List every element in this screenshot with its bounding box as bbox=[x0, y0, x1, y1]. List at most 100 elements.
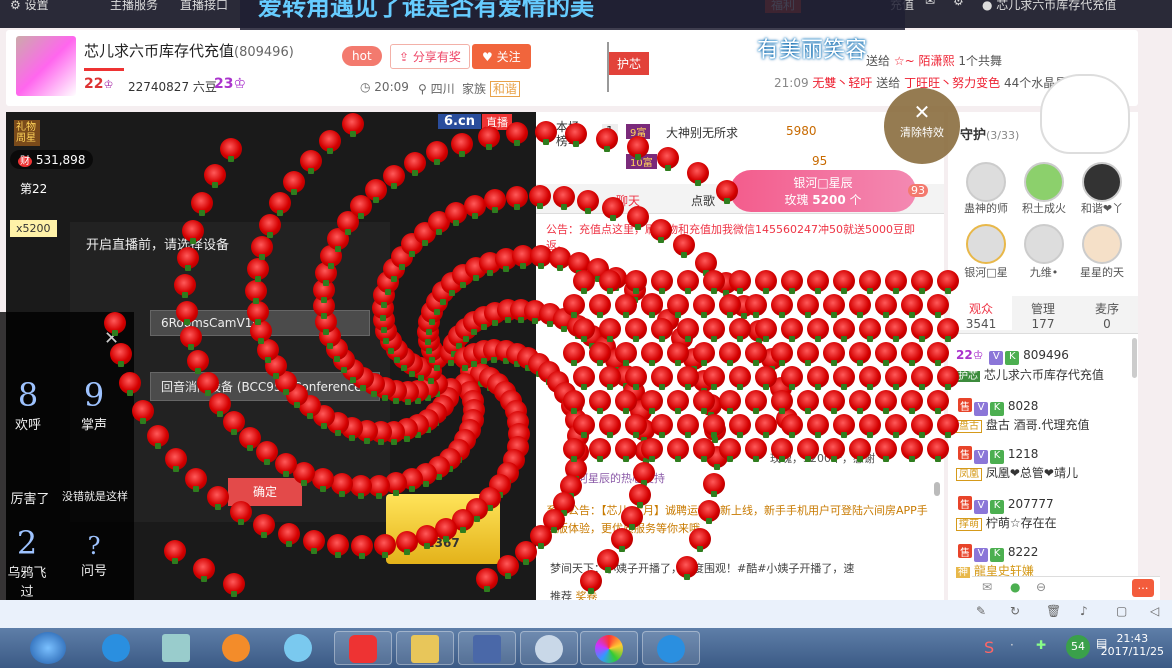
system-clock[interactable]: 21:43 2017/11/25 bbox=[1101, 632, 1164, 658]
rose-effect-icon bbox=[692, 438, 715, 462]
emote-cheer[interactable]: 8 欢呼 bbox=[8, 376, 48, 433]
rose-effect-icon bbox=[832, 318, 855, 342]
gear-icon[interactable]: ⚙ bbox=[953, 0, 964, 8]
rose-effect-icon bbox=[689, 528, 711, 552]
guard-avatar[interactable] bbox=[966, 224, 1006, 264]
network-badge[interactable]: 54 bbox=[1066, 635, 1090, 659]
sixrooms-icon[interactable] bbox=[334, 631, 392, 665]
audience-row[interactable]: 22♔ VK 809496 bbox=[956, 348, 1069, 365]
emote-crow[interactable]: 2 乌鸦飞过 bbox=[2, 524, 52, 600]
chat-scrollbar[interactable] bbox=[934, 482, 940, 496]
rose-effect-icon bbox=[633, 462, 655, 486]
sound-icon[interactable]: ◁ bbox=[1150, 604, 1159, 618]
rose-effect-icon bbox=[858, 270, 881, 294]
anchor-service-link[interactable]: 主播服务 bbox=[110, 0, 158, 13]
guard-avatar[interactable] bbox=[1082, 224, 1122, 264]
rose-effect-icon bbox=[327, 534, 349, 558]
rose-effect-icon bbox=[553, 186, 575, 210]
lyric-banner: 爱转角遇见了谁是否有爱情的美 bbox=[240, 0, 905, 30]
rose-effect-icon bbox=[110, 343, 132, 367]
plus-icon[interactable]: ✚ bbox=[1036, 638, 1046, 652]
rose-effect-icon bbox=[936, 414, 959, 438]
rose-effect-icon bbox=[602, 197, 624, 221]
kugou-icon[interactable] bbox=[642, 631, 700, 665]
rose-effect-icon bbox=[848, 342, 871, 366]
ie-icon[interactable] bbox=[88, 631, 146, 665]
rose-effect-icon bbox=[253, 514, 275, 538]
audience-row[interactable]: 售VK 8222 bbox=[956, 544, 1038, 562]
window-icon[interactable]: ▢ bbox=[1116, 604, 1127, 618]
emote-applause[interactable]: 9 掌声 bbox=[74, 376, 114, 433]
live-interface-link[interactable]: 直播接口 bbox=[180, 0, 228, 13]
emote-thats-right[interactable]: 没错就是这样 bbox=[56, 488, 134, 504]
mail-icon[interactable]: ✉ bbox=[982, 580, 992, 594]
promo-banner[interactable]: 银河□星辰 玫瑰 5200 个 bbox=[730, 170, 916, 212]
notepad-icon[interactable] bbox=[148, 631, 206, 665]
rose-effect-icon bbox=[506, 122, 528, 146]
room-time: ◷ 20:09 bbox=[360, 80, 409, 94]
rose-effect-icon bbox=[182, 220, 204, 244]
clear-effects-button[interactable]: ✕ 清除特效 bbox=[884, 88, 960, 164]
audience-row[interactable]: 售VK 207777 bbox=[956, 496, 1054, 514]
guard-avatar[interactable] bbox=[1024, 162, 1064, 202]
chat-bubble-icon[interactable]: … bbox=[1132, 579, 1154, 597]
dash-icon[interactable]: ⊖ bbox=[1036, 580, 1046, 594]
settings-menu[interactable]: ⚙ 设置 bbox=[10, 0, 49, 13]
sogou-icon[interactable]: S bbox=[984, 638, 994, 657]
rose-effect-icon bbox=[464, 195, 486, 219]
rose-effect-icon bbox=[884, 366, 907, 390]
network-icon[interactable] bbox=[458, 631, 516, 665]
rose-effect-icon bbox=[426, 141, 448, 165]
tab-song[interactable]: 点歌 bbox=[691, 192, 715, 209]
check-icon[interactable]: ● bbox=[1010, 580, 1020, 594]
rose-effect-icon bbox=[640, 438, 663, 462]
close-icon: ✕ bbox=[913, 100, 931, 124]
photos-icon[interactable] bbox=[580, 631, 638, 665]
refresh-icon[interactable]: ↻ bbox=[1010, 604, 1020, 618]
rose-effect-icon bbox=[365, 179, 387, 203]
rose-effect-icon bbox=[657, 147, 679, 171]
tab-audience[interactable]: 观众 3541 bbox=[950, 296, 1012, 331]
rose-effect-icon bbox=[744, 390, 767, 414]
chat-app-icon[interactable] bbox=[520, 631, 578, 665]
guard-avatar[interactable] bbox=[966, 162, 1006, 202]
share-button[interactable]: ⇪ 分享有奖 bbox=[390, 44, 470, 69]
audience-row[interactable]: 售VK 1218 bbox=[956, 446, 1038, 464]
rose-effect-icon bbox=[650, 270, 673, 294]
rose-effect-icon bbox=[484, 189, 506, 213]
follow-button[interactable]: ♥ 关注 bbox=[472, 44, 531, 69]
rose-effect-icon bbox=[702, 270, 725, 294]
rose-effect-icon bbox=[796, 390, 819, 414]
rose-effect-icon bbox=[174, 274, 196, 298]
rose-effect-icon bbox=[884, 318, 907, 342]
user-menu[interactable]: ● 芯儿求六币库存代充值 bbox=[982, 0, 1116, 13]
rose-effect-icon bbox=[515, 541, 537, 565]
audience-row-name: 盘古 盘古 酒哥.代理充值 bbox=[956, 416, 1089, 433]
browser-icon[interactable] bbox=[208, 631, 266, 665]
mute-icon[interactable]: ♪ bbox=[1080, 604, 1088, 618]
system-tray-icon[interactable]: · bbox=[1010, 638, 1014, 652]
rose-effect-icon bbox=[744, 294, 767, 318]
anchor-avatar[interactable] bbox=[16, 36, 76, 96]
audience-scrollbar[interactable] bbox=[1132, 338, 1137, 378]
family-info[interactable]: 家族 和谐 bbox=[462, 80, 520, 97]
rose-effect-icon bbox=[666, 438, 689, 462]
emote-awesome[interactable]: 厉害了 bbox=[0, 488, 60, 507]
mail-icon[interactable]: ✉ bbox=[925, 0, 935, 8]
rose-effect-icon bbox=[900, 438, 923, 462]
guard-avatar[interactable] bbox=[1082, 162, 1122, 202]
pin-icon[interactable]: ✎ bbox=[976, 604, 986, 618]
trash-icon[interactable]: 🗑 bbox=[1046, 604, 1061, 618]
audience-row[interactable]: 售VK 8028 bbox=[956, 398, 1038, 416]
qq-browser-icon[interactable] bbox=[270, 631, 328, 665]
rose-effect-icon bbox=[207, 486, 229, 510]
guard-avatar[interactable] bbox=[1024, 224, 1064, 264]
rose-effect-icon bbox=[874, 390, 897, 414]
explorer-icon[interactable] bbox=[396, 631, 454, 665]
rose-effect-icon bbox=[132, 400, 154, 424]
tab-admin[interactable]: 管理 177 bbox=[1012, 300, 1074, 331]
tab-queue[interactable]: 麦序 0 bbox=[1076, 300, 1138, 331]
start-button-icon[interactable] bbox=[30, 632, 66, 664]
emote-question[interactable]: ? 问号 bbox=[72, 532, 116, 579]
rose-effect-icon bbox=[247, 301, 269, 325]
